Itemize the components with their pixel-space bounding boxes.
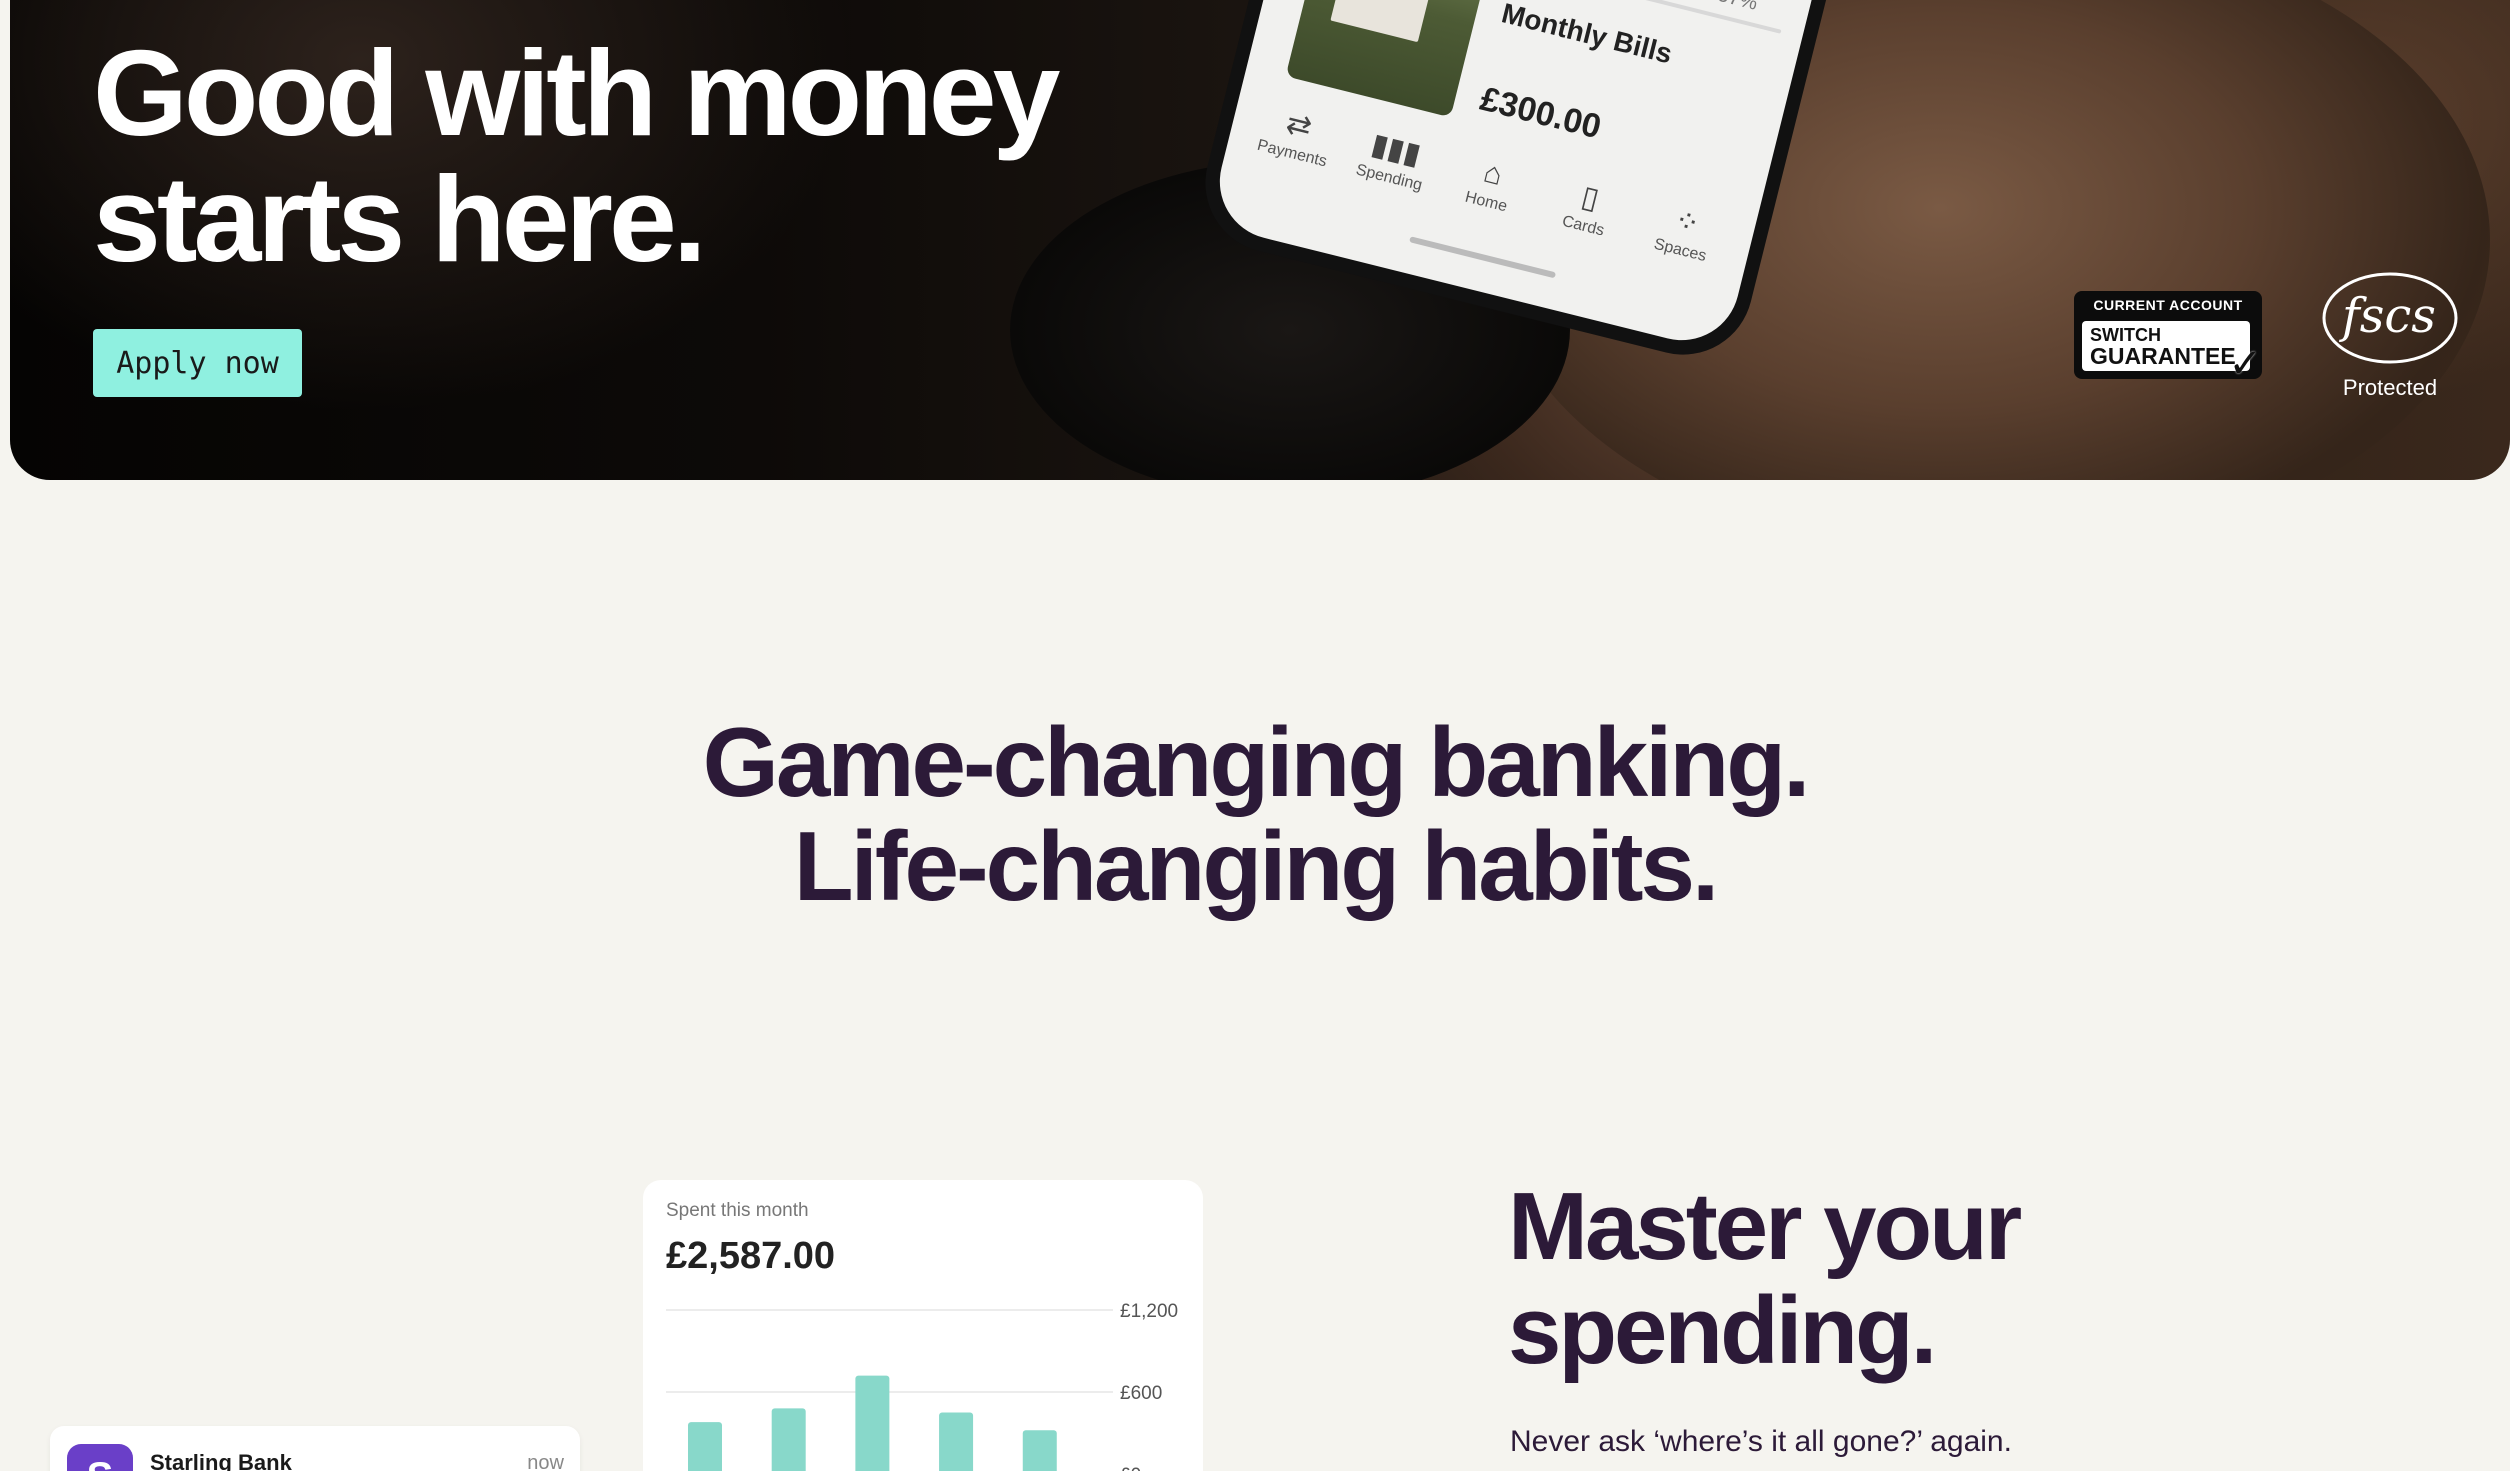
chart-bar bbox=[855, 1375, 890, 1471]
section-heading-line: Game-changing banking. bbox=[702, 707, 1811, 817]
notification-card: S Starling Bank now bbox=[50, 1426, 580, 1471]
space-photo bbox=[1285, 0, 1490, 118]
master-heading-line: spending. bbox=[1508, 1277, 1937, 1384]
chart-bar bbox=[1022, 1430, 1057, 1471]
spaces-icon: ⁘ bbox=[1670, 203, 1704, 242]
nav-item-cards[interactable]: ▯ Cards bbox=[1529, 168, 1638, 277]
progress-percentage: 57% bbox=[1715, 0, 1760, 16]
nav-item-spaces[interactable]: ⁘ Spaces bbox=[1626, 192, 1735, 301]
section-heading: Game-changing banking. Life-changing hab… bbox=[0, 710, 2510, 918]
hero-banner: 57% Monthly Bills £300.00 ⇄ Payments ▮▮▮… bbox=[10, 0, 2510, 480]
switch-guarantee-badge: CURRENT ACCOUNT SWITCH GUARANTEE ✓ bbox=[2074, 291, 2262, 386]
space-title: Monthly Bills bbox=[1498, 0, 1676, 70]
master-subtitle: Never ask ‘where’s it all gone?’ again. bbox=[1510, 1425, 2012, 1458]
switch-badge-line1: SWITCH bbox=[2090, 325, 2161, 345]
spending-chart: £1,200 £600 £0 bbox=[666, 1301, 1178, 1471]
chart-tick-label: £1,200 bbox=[1120, 1301, 1178, 1322]
master-heading-line: Master your bbox=[1508, 1173, 2022, 1280]
chart-bar bbox=[771, 1408, 806, 1471]
hero-title-line: Good with money bbox=[93, 25, 1060, 161]
section-heading-line: Life-changing habits. bbox=[793, 811, 1719, 921]
apply-now-button[interactable]: Apply now bbox=[93, 329, 302, 397]
starling-app-icon: S bbox=[67, 1444, 133, 1471]
payments-icon: ⇄ bbox=[1282, 106, 1316, 145]
master-heading: Master your spending. bbox=[1508, 1173, 2022, 1384]
notification-time: now bbox=[527, 1452, 564, 1471]
checkmark-icon: ✓ bbox=[2228, 342, 2262, 386]
chart-bar bbox=[688, 1422, 722, 1471]
nav-label: Cards bbox=[1560, 212, 1606, 240]
fscs-logo-text: fscs bbox=[2339, 288, 2436, 344]
space-amount: £300.00 bbox=[1476, 79, 1605, 147]
hero-title-line: starts here. bbox=[93, 151, 707, 287]
fscs-protected-label: Protected bbox=[2342, 375, 2438, 400]
hero-title: Good with money starts here. bbox=[93, 30, 1193, 282]
fscs-logo: fscs bbox=[2322, 272, 2458, 364]
spending-card: Spent this month £2,587.00 £1,200£600£0 bbox=[643, 1180, 1203, 1471]
cards-icon: ▯ bbox=[1578, 180, 1603, 217]
chart-bar bbox=[939, 1412, 974, 1471]
notification-app-name: Starling Bank bbox=[150, 1450, 292, 1471]
nav-item-spending[interactable]: ▮▮▮ Spending bbox=[1335, 120, 1444, 229]
chart-tick-label: £0 bbox=[1120, 1465, 1141, 1471]
nav-item-home[interactable]: ⌂ Home bbox=[1432, 144, 1541, 253]
nav-label: Home bbox=[1463, 188, 1509, 216]
nav-item-payments[interactable]: ⇄ Payments bbox=[1238, 96, 1347, 205]
switch-badge-box: SWITCH GUARANTEE ✓ bbox=[2082, 321, 2262, 386]
home-icon: ⌂ bbox=[1480, 155, 1506, 193]
switch-badge-line2: GUARANTEE bbox=[2090, 343, 2236, 369]
switch-badge-top: CURRENT ACCOUNT bbox=[2093, 297, 2243, 313]
chart-tick-label: £600 bbox=[1120, 1383, 1162, 1404]
fscs-badge: fscs Protected bbox=[2315, 270, 2465, 405]
